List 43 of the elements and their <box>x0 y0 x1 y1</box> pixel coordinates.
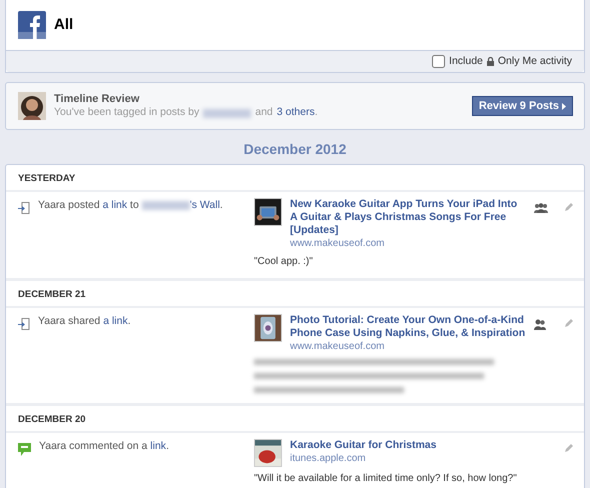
day-heading: DECEMBER 20 <box>6 403 584 433</box>
only-me-checkbox[interactable] <box>432 55 446 68</box>
others-link[interactable]: 3 others <box>276 106 315 120</box>
avatar <box>18 92 46 120</box>
story-link[interactable]: a link <box>103 315 128 327</box>
link-domain: itunes.apple.com <box>290 452 367 465</box>
tagged-text: You've been tagged in posts by <box>54 106 200 120</box>
and-text: and <box>255 106 273 120</box>
include-label: Include <box>449 54 483 68</box>
comment-text: "Cool app. :)" <box>254 256 314 268</box>
only-me-label: Only Me activity <box>498 54 572 68</box>
friends-icon <box>534 318 546 330</box>
link-title[interactable]: Photo Tutorial: Create Your Own One-of-a-Kind Phone Case Using Napkins, Glue, & Inspiration <box>290 314 526 340</box>
story-link[interactable]: 's Wall <box>190 199 220 211</box>
period-text: . <box>314 106 318 120</box>
story-text: Yaara shared a link. <box>38 314 131 329</box>
story-link[interactable]: link <box>150 440 166 452</box>
share-icon <box>18 318 30 330</box>
story-link[interactable]: a link <box>102 199 128 211</box>
review-posts-button[interactable]: Review 9 Posts <box>472 96 573 116</box>
blurred-name <box>203 108 252 118</box>
link-title[interactable]: New Karaoke Guitar App Turns Your iPad Into A Guitar & Plays Christmas Songs For Free [Updates] <box>290 198 526 237</box>
day-heading: YESTERDAY <box>6 165 584 192</box>
edit-icon[interactable] <box>565 318 574 327</box>
comment-text: "Will it be available for a limited time only? If so, how long?" <box>254 473 518 485</box>
caret-icon <box>562 102 566 110</box>
blurred-name <box>142 200 190 210</box>
link-title[interactable]: Karaoke Guitar for Christmas <box>290 439 436 452</box>
edit-icon[interactable] <box>565 202 574 211</box>
story-text: Yaara commented on a link. <box>39 439 169 454</box>
link-domain: www.makeuseof.com <box>290 340 386 353</box>
day-heading: DECEMBER 21 <box>6 278 584 308</box>
month-heading: December 2012 <box>242 140 348 159</box>
review-title: Timeline Review <box>54 92 140 106</box>
link-domain: www.makeuseof.com <box>290 237 386 250</box>
group-icon <box>534 203 548 214</box>
facebook-logo <box>18 11 46 39</box>
page-title: All <box>54 15 74 35</box>
comment-icon <box>18 443 31 456</box>
story-text: Yaara posted a link to 's Wall. <box>38 198 223 213</box>
lock-icon <box>486 57 494 66</box>
edit-icon[interactable] <box>565 443 574 452</box>
share-icon <box>18 202 30 214</box>
